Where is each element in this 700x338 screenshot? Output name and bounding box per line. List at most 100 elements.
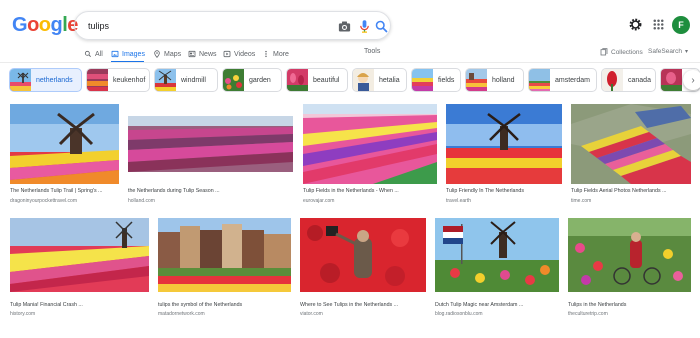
result-thumbnail[interactable] xyxy=(300,218,426,292)
tab-news-label: News xyxy=(199,50,217,58)
settings-gear-icon[interactable] xyxy=(628,17,643,32)
chip-thumbnail xyxy=(223,69,244,91)
tab-all[interactable]: All xyxy=(84,46,103,62)
chip-label: fields xyxy=(438,76,455,84)
image-result[interactable]: Dutch Tulip Magic near Amsterdam ... blo… xyxy=(435,218,559,318)
result-source[interactable]: history.com xyxy=(10,311,35,317)
chip-thumbnail xyxy=(412,69,433,91)
result-thumbnail[interactable] xyxy=(128,116,293,172)
video-play-icon xyxy=(223,50,231,58)
more-vertical-icon xyxy=(265,50,267,58)
result-title[interactable]: Tulip Fields Aerial Photos Netherlands .… xyxy=(571,188,691,194)
tab-all-label: All xyxy=(95,50,103,58)
logo-letter: o xyxy=(38,14,51,36)
result-thumbnail[interactable] xyxy=(10,104,119,184)
result-thumbnail[interactable] xyxy=(568,218,691,292)
google-logo[interactable]: Google xyxy=(12,14,78,37)
image-result[interactable]: Tulip Mania! Financial Crash ... history… xyxy=(10,218,149,318)
result-source[interactable]: blog.radiosonblu.com xyxy=(435,311,483,317)
result-thumbnail[interactable] xyxy=(446,104,562,184)
microphone-icon[interactable] xyxy=(357,19,372,34)
result-source[interactable]: travel.earth xyxy=(446,198,471,204)
search-input[interactable] xyxy=(88,18,318,34)
related-search-chips: netherlands keukenhof windmill garden be… xyxy=(9,68,700,92)
safesearch-button[interactable]: SafeSearch ▾ xyxy=(648,48,688,55)
tab-videos-label: Videos xyxy=(234,50,256,58)
result-title[interactable]: The Netherlands Tulip Trail | Spring's .… xyxy=(10,188,119,194)
image-result[interactable]: the Netherlands during Tulip Season ... … xyxy=(128,104,293,207)
result-title[interactable]: tulips the symbol of the Netherlands xyxy=(158,302,291,308)
tab-news[interactable]: News xyxy=(188,46,217,62)
result-title[interactable]: Where to See Tulips in the Netherlands .… xyxy=(300,302,426,308)
result-source[interactable]: theculturetrip.com xyxy=(568,311,608,317)
result-title[interactable]: Tulip Mania! Financial Crash ... xyxy=(10,302,149,308)
image-result[interactable]: Where to See Tulips in the Netherlands .… xyxy=(300,218,426,318)
result-source[interactable]: viator.com xyxy=(300,311,323,317)
person-with-bicycle-tulips-photo xyxy=(568,218,691,292)
logo-letter: G xyxy=(12,14,28,36)
image-result[interactable]: Tulip Fields Aerial Photos Netherlands .… xyxy=(571,104,691,207)
result-thumbnail[interactable] xyxy=(158,218,291,292)
image-result[interactable]: Tulips in the Netherlands theculturetrip… xyxy=(568,218,691,318)
result-thumbnail[interactable] xyxy=(303,104,437,184)
image-result[interactable]: Tulip Friendly In The Netherlands travel… xyxy=(446,104,562,207)
image-result[interactable]: The Netherlands Tulip Trail | Spring's .… xyxy=(10,104,119,207)
chip-thumbnail xyxy=(661,69,682,91)
result-source[interactable]: matadornetwork.com xyxy=(158,311,205,317)
result-source[interactable]: time.com xyxy=(571,198,591,204)
search-box[interactable] xyxy=(74,11,391,40)
windmill-field-photo xyxy=(446,104,562,184)
result-title[interactable]: the Netherlands during Tulip Season ... xyxy=(128,188,293,194)
chip-holland[interactable]: holland xyxy=(465,68,524,92)
result-thumbnail[interactable] xyxy=(10,218,149,292)
image-result[interactable]: tulips the symbol of the Netherlands mat… xyxy=(158,218,291,318)
tab-maps[interactable]: Maps xyxy=(153,46,181,62)
chip-keukenhof[interactable]: keukenhof xyxy=(86,68,150,92)
aerial-tulip-fields-photo xyxy=(571,104,691,184)
chip-label: netherlands xyxy=(36,76,73,84)
result-source[interactable]: holland.com xyxy=(128,198,155,204)
chips-next-arrow[interactable]: › xyxy=(683,70,700,90)
chip-label: beautiful xyxy=(313,76,340,84)
result-thumbnail[interactable] xyxy=(571,104,691,184)
chip-netherlands[interactable]: netherlands xyxy=(9,68,82,92)
chip-thumbnail xyxy=(602,69,623,91)
image-result[interactable]: Tulip Fields in the Netherlands - When .… xyxy=(303,104,437,207)
chip-label: amsterdam xyxy=(555,76,591,84)
collections-link[interactable]: Collections xyxy=(600,48,643,56)
apps-grid-icon[interactable] xyxy=(651,17,666,32)
chip-canada[interactable]: canada xyxy=(601,68,656,92)
result-title[interactable]: Tulip Fields in the Netherlands - When .… xyxy=(303,188,437,194)
account-avatar[interactable]: F xyxy=(672,16,690,34)
logo-letter: g xyxy=(50,14,63,36)
chip-thumbnail xyxy=(10,69,31,91)
tab-videos[interactable]: Videos xyxy=(223,46,255,62)
chip-hetalia[interactable]: hetalia xyxy=(352,68,407,92)
dutch-flag-windmill-photo xyxy=(435,218,559,292)
result-title[interactable]: Tulips in the Netherlands xyxy=(568,302,691,308)
result-title[interactable]: Dutch Tulip Magic near Amsterdam ... xyxy=(435,302,559,308)
chip-thumbnail xyxy=(87,69,108,91)
chip-garden[interactable]: garden xyxy=(222,68,282,92)
map-pin-icon xyxy=(154,50,160,58)
result-source[interactable]: dragoninyourpockettravel.com xyxy=(10,198,77,204)
chip-beautiful[interactable]: beautiful xyxy=(286,68,348,92)
chip-amsterdam[interactable]: amsterdam xyxy=(528,68,597,92)
search-icon[interactable] xyxy=(374,19,389,34)
chip-windmill[interactable]: windmill xyxy=(154,68,218,92)
tab-images-label: Images xyxy=(122,50,145,58)
result-source[interactable]: eurovajar.com xyxy=(303,198,334,204)
camera-icon[interactable] xyxy=(337,19,352,34)
safesearch-label: SafeSearch xyxy=(648,48,682,55)
tools-button[interactable]: Tools xyxy=(364,48,380,55)
chip-thumbnail xyxy=(155,69,176,91)
chip-fields[interactable]: fields xyxy=(411,68,461,92)
result-thumbnail[interactable] xyxy=(435,218,559,292)
result-title[interactable]: Tulip Friendly In The Netherlands xyxy=(446,188,562,194)
tab-more[interactable]: More xyxy=(262,46,289,62)
chip-label: garden xyxy=(249,76,271,84)
chip-label: canada xyxy=(628,76,651,84)
tulip-field-rows-photo xyxy=(128,116,293,172)
logo-letter: o xyxy=(27,14,39,36)
tab-images[interactable]: Images xyxy=(111,46,145,62)
